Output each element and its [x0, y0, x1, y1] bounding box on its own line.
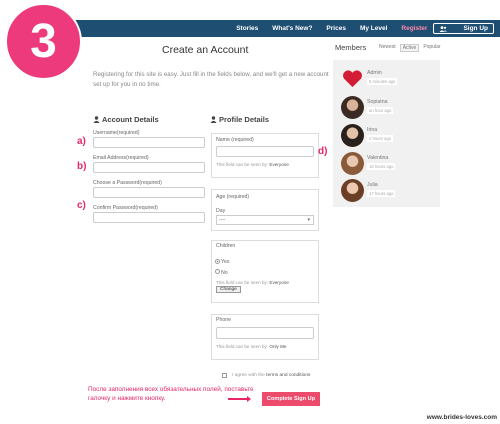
member-time: an hour ago	[367, 107, 394, 114]
children-yes-radio[interactable]	[215, 259, 220, 264]
nav-item-my-level[interactable]: My Level	[360, 25, 387, 32]
page-title: Create an Account	[162, 44, 249, 56]
profile-details-heading: Profile Details	[210, 115, 269, 124]
children-label: Children	[216, 243, 236, 249]
complete-signup-button[interactable]: Complete Sign Up	[262, 392, 320, 406]
step-label-d: d)	[318, 146, 328, 157]
name-input[interactable]	[216, 146, 314, 157]
password-input[interactable]	[93, 187, 205, 198]
confirm-password-input[interactable]	[93, 212, 205, 223]
day-select-value: ----	[219, 217, 226, 223]
member-name: Admin	[367, 70, 382, 76]
phone-input[interactable]	[216, 327, 314, 339]
member-name: Julia	[367, 182, 378, 188]
nav-item-stories[interactable]: Stories	[236, 25, 258, 32]
confirm-password-label: Confirm Password(required)	[93, 205, 158, 211]
member-time: 17 hours ago	[367, 190, 396, 197]
day-label: Day	[216, 208, 226, 214]
member-time: 2 hours ago	[367, 135, 394, 142]
heart-avatar	[343, 70, 362, 88]
list-item[interactable]: Irina 2 hours ago	[341, 124, 436, 150]
user-icon	[93, 116, 100, 123]
users-icon	[439, 25, 448, 32]
intro-text: Registering for this site is easy. Just …	[93, 71, 329, 88]
avatar	[341, 124, 364, 147]
children-no-radio[interactable]	[215, 269, 220, 274]
avatar	[341, 152, 364, 175]
change-visibility-button[interactable]: Change	[216, 286, 241, 293]
tab-active[interactable]: Active	[399, 44, 420, 52]
children-yes-label: Yes	[221, 259, 230, 265]
name-visibility-note: This field can be seen by: Everyone	[216, 162, 289, 167]
account-details-label: Account Details	[102, 115, 159, 124]
nav-item-register[interactable]: Register	[401, 25, 427, 32]
chevron-down-icon: ▾	[307, 217, 310, 223]
signup-label: Sign Up	[463, 25, 488, 32]
signup-button[interactable]: Sign Up	[433, 23, 494, 34]
phone-visibility-note: This field can be seen by: Only Me	[216, 344, 287, 349]
list-item[interactable]: Sopiatna an hour ago	[341, 96, 436, 122]
instruction-text: После заполнения всех обязательных полей…	[88, 386, 254, 402]
phone-label: Phone	[216, 317, 232, 323]
list-item[interactable]: Admin 5 minutes ago	[341, 67, 436, 93]
children-visibility-note: This field can be seen by: Everyone	[216, 280, 289, 285]
nav-menu: Stories What's New? Prices My Level Regi…	[222, 20, 494, 37]
user-icon	[210, 116, 217, 123]
arrow-right-icon	[228, 396, 251, 402]
member-name: Valentina	[367, 155, 389, 161]
members-title: Members	[335, 43, 367, 52]
member-name: Irina	[367, 127, 378, 133]
terms-checkbox[interactable]	[222, 373, 227, 378]
avatar	[341, 96, 364, 119]
nav-item-whats-new[interactable]: What's New?	[272, 25, 312, 32]
nav-item-prices[interactable]: Prices	[326, 25, 346, 32]
tab-popular[interactable]: Popular	[423, 44, 440, 52]
members-tabs: Newest Active Popular	[379, 44, 441, 52]
watermark: www.brides-loves.com	[426, 414, 497, 421]
terms-link[interactable]: terms and conditions	[266, 373, 310, 378]
email-label: Email Address(required)	[93, 155, 149, 161]
day-select[interactable]: ---- ▾	[216, 215, 314, 225]
children-no-label: No	[221, 270, 228, 276]
profile-details-label: Profile Details	[219, 115, 270, 124]
members-list: Admin 5 minutes ago Sopiatna an hour ago…	[333, 60, 440, 207]
tab-newest[interactable]: Newest	[379, 44, 396, 52]
password-label: Choose a Password(required)	[93, 180, 162, 186]
member-name: Sopiatna	[367, 99, 388, 105]
step-number-badge: 3	[5, 3, 82, 80]
list-item[interactable]: Julia 17 hours ago	[341, 179, 436, 205]
name-label: Name (required)	[216, 137, 254, 143]
account-details-heading: Account Details	[93, 115, 159, 124]
member-time: 5 minutes ago	[367, 78, 398, 85]
email-input[interactable]	[93, 162, 205, 173]
username-label: Username(required)	[93, 130, 140, 136]
age-label: Age (required)	[216, 194, 250, 200]
step-label-b: b)	[77, 161, 87, 172]
avatar	[341, 179, 364, 202]
list-item[interactable]: Valentina 16 hours ago	[341, 152, 436, 178]
username-input[interactable]	[93, 137, 205, 148]
step-label-c: c)	[77, 200, 86, 211]
terms-text: I agree with the terms and conditions	[232, 373, 311, 378]
top-navigation-bar: Stories What's New? Prices My Level Regi…	[52, 20, 500, 37]
step-label-a: a)	[77, 136, 86, 147]
member-time: 16 hours ago	[367, 163, 396, 170]
